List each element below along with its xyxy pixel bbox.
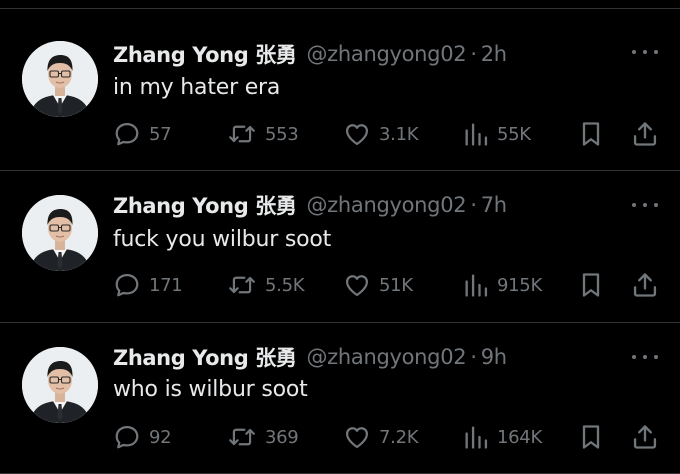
- views-button[interactable]: 55K: [463, 117, 531, 151]
- views-button[interactable]: 915K: [463, 268, 542, 302]
- speech-bubble-icon: [113, 120, 141, 148]
- tweet[interactable]: Zhang Yong 张勇 @zhangyong02 · 2h in my ha…: [0, 9, 680, 171]
- tweet-text: who is wilbur soot: [113, 377, 308, 402]
- like-count: 7.2K: [379, 426, 419, 448]
- share-upload-icon: [631, 120, 659, 148]
- tweet[interactable]: Zhang Yong 张勇 @zhangyong02 · 9h who is w…: [0, 323, 680, 474]
- speech-bubble-icon: [113, 423, 141, 451]
- reply-button[interactable]: 92: [113, 420, 172, 454]
- view-count: 915K: [497, 274, 542, 296]
- author-handle[interactable]: @zhangyong02: [306, 42, 466, 66]
- retweet-button[interactable]: 5.5K: [227, 268, 305, 302]
- more-dots-icon[interactable]: [632, 47, 658, 57]
- reply-button[interactable]: 57: [113, 117, 172, 151]
- reply-count: 57: [149, 123, 172, 145]
- heart-icon: [343, 120, 371, 148]
- reply-count: 171: [149, 274, 183, 296]
- more-dots-icon[interactable]: [632, 200, 658, 210]
- retweet-arrows-icon: [227, 120, 257, 148]
- share-upload-icon: [631, 423, 659, 451]
- tweet-header: Zhang Yong 张勇 @zhangyong02 · 7h: [113, 188, 507, 222]
- avatar[interactable]: [22, 195, 98, 271]
- retweet-arrows-icon: [227, 423, 257, 451]
- tweet-actions: 92 369 7.2K 164K: [113, 420, 661, 454]
- retweet-button[interactable]: 553: [227, 117, 299, 151]
- tweet-text: in my hater era: [113, 75, 281, 100]
- more-dots-icon[interactable]: [632, 352, 658, 362]
- reply-count: 92: [149, 426, 172, 448]
- bar-chart-icon: [463, 423, 489, 451]
- view-count: 55K: [497, 123, 531, 145]
- separator-dot: ·: [470, 345, 477, 369]
- avatar[interactable]: [22, 347, 98, 423]
- tweet-actions: 57 553 3.1K 55K: [113, 117, 661, 151]
- separator-dot: ·: [470, 193, 477, 217]
- bar-chart-icon: [463, 120, 489, 148]
- speech-bubble-icon: [113, 271, 141, 299]
- author-handle[interactable]: @zhangyong02: [306, 345, 466, 369]
- share-button[interactable]: [631, 268, 659, 302]
- separator-dot: ·: [470, 42, 477, 66]
- like-button[interactable]: 7.2K: [343, 420, 419, 454]
- like-count: 3.1K: [379, 123, 419, 145]
- heart-icon: [343, 423, 371, 451]
- bookmark-button[interactable]: [579, 117, 603, 151]
- share-button[interactable]: [631, 420, 659, 454]
- tweet-timestamp[interactable]: 9h: [481, 345, 507, 369]
- author-name[interactable]: Zhang Yong 张勇: [113, 190, 297, 220]
- retweet-arrows-icon: [227, 271, 257, 299]
- retweet-button[interactable]: 369: [227, 420, 299, 454]
- like-button[interactable]: 51K: [343, 268, 413, 302]
- tweet-timestamp[interactable]: 2h: [481, 42, 507, 66]
- author-name[interactable]: Zhang Yong 张勇: [113, 39, 297, 69]
- views-button[interactable]: 164K: [463, 420, 542, 454]
- author-handle[interactable]: @zhangyong02: [306, 193, 466, 217]
- heart-icon: [343, 271, 371, 299]
- tweet-text: fuck you wilbur soot: [113, 227, 332, 252]
- like-count: 51K: [379, 274, 413, 296]
- retweet-count: 553: [265, 123, 299, 145]
- author-name[interactable]: Zhang Yong 张勇: [113, 342, 297, 372]
- share-upload-icon: [631, 271, 659, 299]
- bookmark-icon: [579, 423, 603, 451]
- view-count: 164K: [497, 426, 542, 448]
- tweet-timestamp[interactable]: 7h: [481, 193, 507, 217]
- avatar[interactable]: [22, 41, 98, 117]
- tweet[interactable]: Zhang Yong 张勇 @zhangyong02 · 7h fuck you…: [0, 171, 680, 323]
- bar-chart-icon: [463, 271, 489, 299]
- retweet-count: 5.5K: [265, 274, 305, 296]
- retweet-count: 369: [265, 426, 299, 448]
- tweet-header: Zhang Yong 张勇 @zhangyong02 · 2h: [113, 37, 507, 71]
- bookmark-button[interactable]: [579, 420, 603, 454]
- tweet-header: Zhang Yong 张勇 @zhangyong02 · 9h: [113, 340, 507, 374]
- reply-button[interactable]: 171: [113, 268, 183, 302]
- bookmark-icon: [579, 120, 603, 148]
- like-button[interactable]: 3.1K: [343, 117, 419, 151]
- tweet-feed: Zhang Yong 张勇 @zhangyong02 · 2h in my ha…: [0, 0, 680, 474]
- bookmark-button[interactable]: [579, 268, 603, 302]
- bookmark-icon: [579, 271, 603, 299]
- share-button[interactable]: [631, 117, 659, 151]
- tweet-actions: 171 5.5K 51K 915K: [113, 268, 661, 302]
